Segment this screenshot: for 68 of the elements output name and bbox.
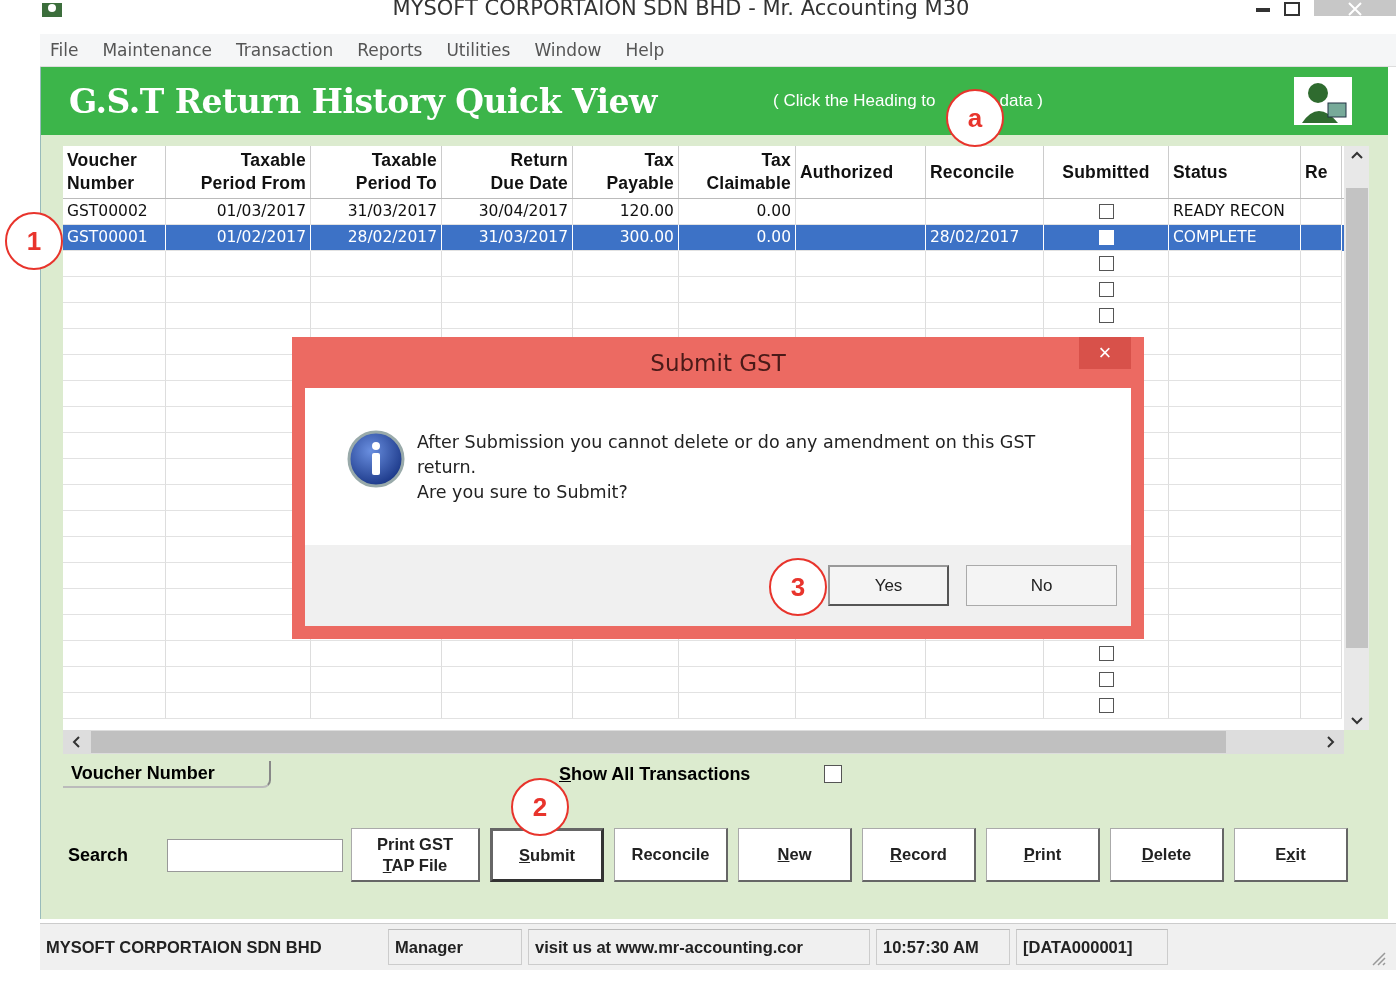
search-label: Search xyxy=(68,844,130,866)
table-row[interactable]: GST00001 01/02/2017 28/02/2017 31/03/2017 300.00 0.00 28/02/2017 COMPLETE xyxy=(63,225,1344,251)
print-tap-file-button[interactable]: Print GST TAP File xyxy=(351,828,480,882)
column-header[interactable]: Voucher Number xyxy=(63,146,166,198)
search-field[interactable] xyxy=(167,838,343,872)
step-marker: 1 xyxy=(5,212,63,270)
minimize-icon xyxy=(1256,8,1270,12)
table-cell: 28/02/2017 xyxy=(311,225,442,251)
sort-label: Voucher Number xyxy=(63,760,271,788)
table-cell: COMPLETE xyxy=(1169,225,1301,251)
table-cell: 31/03/2017 xyxy=(442,225,573,251)
status-text: MYSOFT CORPORTAION SDN BHD xyxy=(45,936,323,958)
status-text: 10:57:30 AM xyxy=(876,929,1010,965)
status-text: [DATA000001] xyxy=(1016,929,1168,965)
column-header[interactable]: Authorized xyxy=(796,146,926,198)
action-button[interactable]: New xyxy=(738,828,852,882)
column-header[interactable]: Status xyxy=(1169,146,1301,198)
status-text: Manager xyxy=(388,929,522,965)
menu-item[interactable]: Maintenance xyxy=(102,40,212,60)
menu-item[interactable]: File xyxy=(50,40,79,60)
menu-item[interactable]: Window xyxy=(534,40,602,60)
column-header[interactable]: Taxable Period From xyxy=(166,146,311,198)
action-button[interactable]: Exit xyxy=(1234,828,1348,882)
user-icon xyxy=(1294,77,1352,125)
menu-item[interactable]: Help xyxy=(625,40,665,60)
checkbox[interactable] xyxy=(1098,282,1114,297)
close-icon xyxy=(1347,1,1363,17)
close-button[interactable] xyxy=(1314,0,1396,16)
hint-text: ( Click the Heading to xyxy=(773,91,936,111)
menu-item[interactable]: Reports xyxy=(357,40,423,60)
yes-button[interactable]: Yes xyxy=(828,565,949,606)
info-icon xyxy=(347,430,405,488)
dialog-message: After Submission you cannot delete or do any amendment on this GST return. xyxy=(417,431,1037,479)
maximize-icon xyxy=(1284,2,1300,16)
column-header[interactable]: Re xyxy=(1301,146,1342,198)
column-header[interactable]: Taxable Period To xyxy=(311,146,442,198)
checkbox[interactable] xyxy=(1098,256,1114,271)
menu-item[interactable]: Utilities xyxy=(446,40,511,60)
table-cell: GST00001 xyxy=(63,225,166,251)
action-button[interactable]: Delete xyxy=(1110,828,1224,882)
table-cell: 0.00 xyxy=(679,225,796,251)
column-header[interactable]: Return Due Date xyxy=(442,146,573,198)
checkbox[interactable] xyxy=(1098,646,1114,661)
vertical-scrollbar[interactable] xyxy=(1344,146,1369,730)
column-header[interactable]: Tax Payable xyxy=(573,146,679,198)
action-button[interactable]: Reconcile xyxy=(614,828,728,882)
checkbox[interactable] xyxy=(1098,672,1114,687)
dialog-message: Are you sure to Submit? xyxy=(417,481,629,504)
dialog-title: Submit GST xyxy=(650,349,786,376)
column-header[interactable]: Tax Claimable xyxy=(679,146,796,198)
menu-item[interactable]: Transaction xyxy=(235,40,334,60)
table-cell: 28/02/2017 xyxy=(926,225,1044,251)
no-button[interactable]: No xyxy=(966,565,1117,606)
action-button[interactable]: Submit xyxy=(490,828,604,882)
table-cell: 01/02/2017 xyxy=(166,225,311,251)
action-button[interactable]: Print xyxy=(986,828,1100,882)
column-header[interactable]: Submitted xyxy=(1044,146,1169,198)
form-title: G.S.T Return History Quick View xyxy=(69,81,659,121)
table-cell: 300.00 xyxy=(573,225,679,251)
checkbox[interactable] xyxy=(1098,308,1114,323)
action-button[interactable]: Record xyxy=(862,828,976,882)
close-button[interactable]: × xyxy=(1079,337,1131,369)
checkbox[interactable] xyxy=(1098,204,1114,219)
checkbox[interactable] xyxy=(824,765,843,783)
checkbox[interactable] xyxy=(1098,698,1114,713)
resize-grip-icon xyxy=(1370,950,1386,966)
horizontal-scrollbar[interactable] xyxy=(63,730,1344,754)
status-text: visit us at www.mr-accounting.cor xyxy=(528,929,870,965)
